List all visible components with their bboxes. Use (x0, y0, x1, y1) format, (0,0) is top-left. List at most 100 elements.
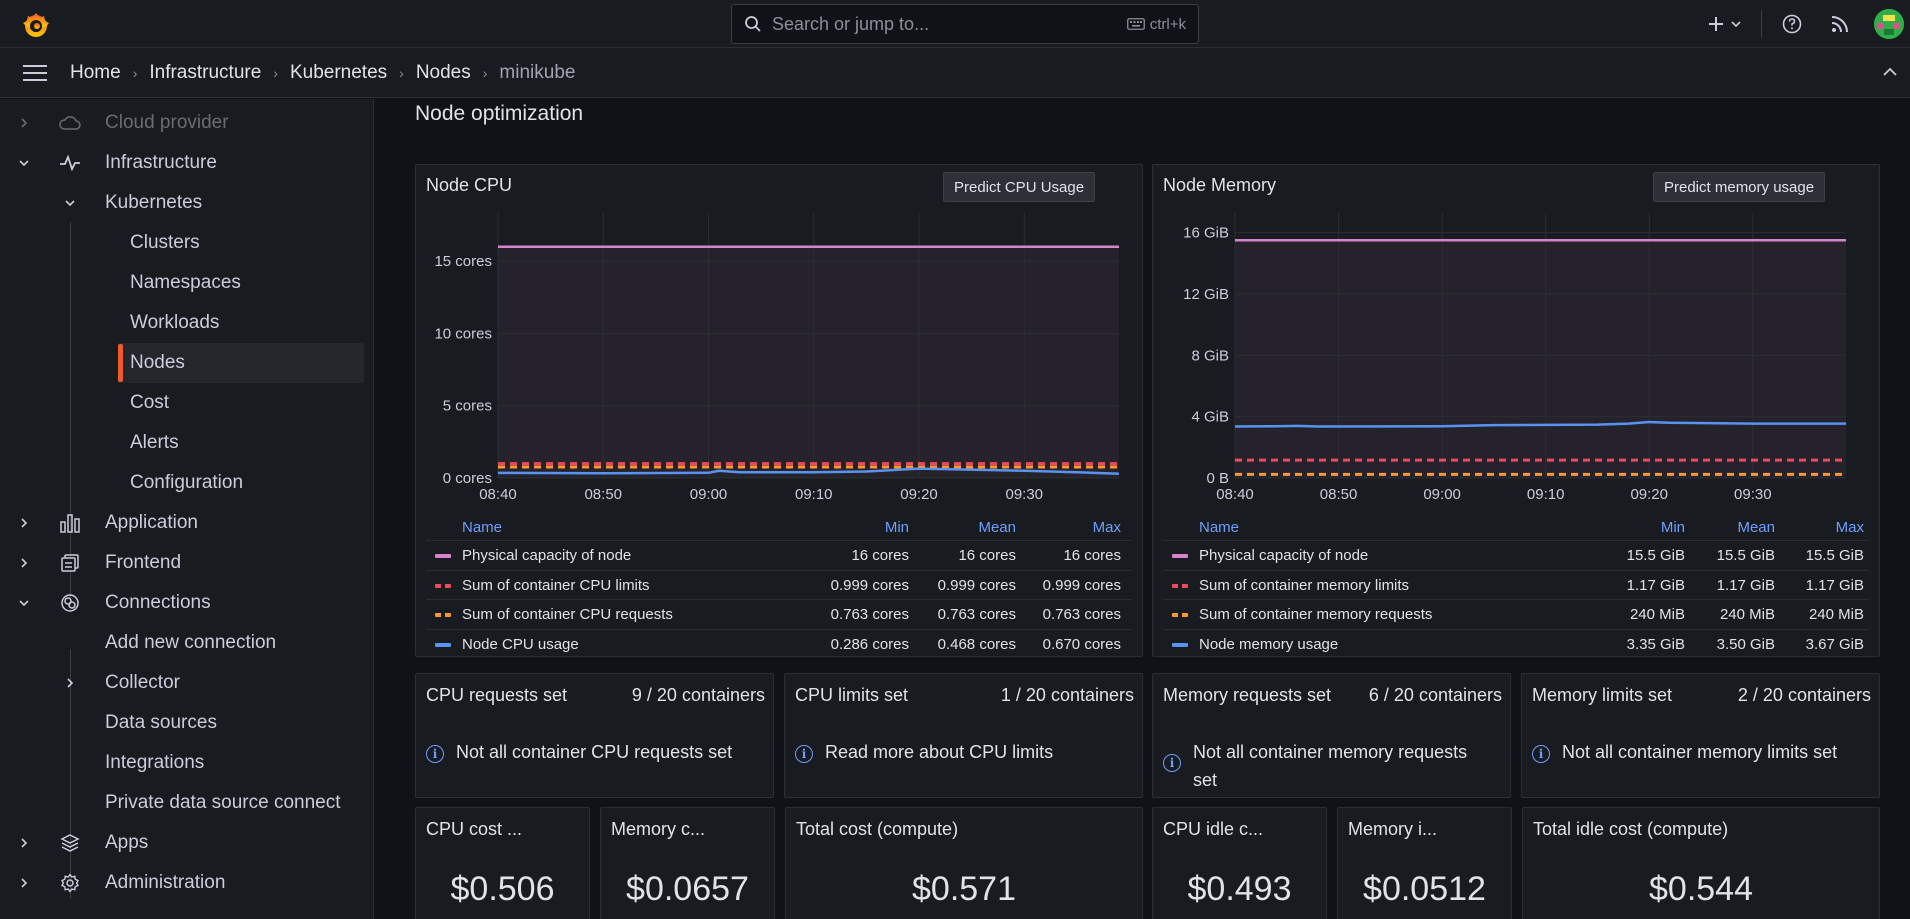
sidebar-item-namespaces[interactable]: Namespaces (0, 263, 373, 303)
legend-mean-value: 3.50 GiB (1716, 635, 1775, 653)
legend-row[interactable]: Sum of container memory requests 240 MiB 2… (1163, 599, 1869, 628)
sidebar-item-application[interactable]: Application (0, 503, 373, 543)
breadcrumb-infrastructure[interactable]: Infrastructure (149, 62, 261, 84)
legend-header-name[interactable]: Name (1199, 519, 1239, 536)
memory-idle-cost-panel: Memory i... $0.0512 (1337, 807, 1512, 919)
x-tick-label: 08:40 (479, 486, 517, 503)
legend-swatch (1172, 642, 1188, 647)
keyboard-icon (1126, 18, 1145, 30)
legend-min-value: 16 cores (851, 547, 909, 564)
bar-chart-icon (59, 512, 81, 534)
sidebar-item-apps[interactable]: Apps (0, 823, 373, 863)
sidebar-item-label: Alerts (130, 432, 179, 453)
sidebar-item-kubernetes[interactable]: Kubernetes (0, 183, 373, 223)
legend-min-value: 3.35 GiB (1626, 635, 1685, 653)
search-input[interactable]: Search or jump to... ctrl+k (731, 4, 1199, 44)
legend-header-min[interactable]: Min (885, 519, 909, 536)
sidebar-item-collector[interactable]: Collector (0, 663, 373, 703)
legend-row[interactable]: Node CPU usage 0.286 cores 0.468 cores 0.67… (426, 628, 1132, 658)
legend-header-name[interactable]: Name (462, 519, 502, 536)
x-tick-label: 09:00 (1423, 486, 1461, 503)
chevron-right-icon (62, 677, 78, 689)
cost-title: Total cost (compute) (796, 819, 959, 839)
legend-mean-value: 1.17 GiB (1716, 576, 1775, 594)
avatar[interactable] (1874, 9, 1904, 39)
legend-row[interactable]: Sum of container memory limits 1.17 GiB 1.… (1163, 569, 1869, 599)
stat-note[interactable]: i Not all container memory requests set (1163, 742, 1488, 794)
stat-title: CPU limits set (795, 685, 909, 705)
legend-header-mean[interactable]: Mean (978, 519, 1016, 536)
sidebar-item-nodes[interactable]: Nodes (118, 343, 364, 383)
help-button[interactable] (1776, 8, 1808, 40)
legend-swatch (1172, 554, 1188, 558)
cost-title: CPU idle c... (1163, 819, 1264, 839)
sidebar-item-workloads[interactable]: Workloads (0, 303, 373, 343)
breadcrumb-kubernetes[interactable]: Kubernetes (290, 62, 387, 84)
legend-row[interactable]: Node memory usage 3.35 GiB 3.50 GiB 3.67 Gi… (1163, 628, 1869, 658)
topbar-actions (1703, 0, 1910, 48)
total-cost-panel: Total cost (compute) $0.571 (785, 807, 1143, 919)
news-button[interactable] (1824, 8, 1856, 40)
sidebar-item-clusters[interactable]: Clusters (0, 223, 373, 263)
y-tick-label: 16 GiB (1183, 225, 1229, 242)
legend-min-value: 240 MiB (1629, 606, 1685, 623)
legend-min-value: 0.763 cores (830, 606, 909, 623)
sidebar-item-private-data-source-connect[interactable]: Private data source connect (0, 783, 373, 823)
sidebar-item-label: Frontend (105, 552, 182, 573)
frontend-icon (59, 552, 81, 574)
search-icon (745, 16, 761, 32)
node-cpu-panel: Node CPU Predict CPU Usage 0 cores 5 core… (415, 164, 1143, 657)
collapse-header-button[interactable] (1882, 62, 1898, 82)
sidebar-item-frontend[interactable]: Frontend (0, 543, 373, 583)
sidebar-item-configuration[interactable]: Configuration (0, 463, 373, 503)
cost-value: $0.493 (1187, 870, 1292, 908)
new-button[interactable] (1703, 8, 1747, 40)
sidebar-item-label: Nodes (130, 352, 185, 373)
legend-header-mean[interactable]: Mean (1737, 519, 1775, 536)
stat-title: Memory limits set (1532, 685, 1673, 705)
sidebar-item-administration[interactable]: Administration (0, 863, 373, 903)
breadcrumb-home[interactable]: Home (70, 62, 121, 84)
legend-mean-value: 0.468 cores (937, 635, 1016, 653)
sidebar-item-cost[interactable]: Cost (0, 383, 373, 423)
stat-note[interactable]: i Read more about CPU limits (795, 742, 1053, 763)
help-icon (1782, 14, 1802, 34)
legend-row[interactable]: Sum of container CPU limits 0.999 cores 0.… (426, 569, 1132, 599)
sidebar-item-integrations[interactable]: Integrations (0, 743, 373, 783)
legend-header-max[interactable]: Max (1836, 519, 1864, 536)
cloud-icon (59, 112, 81, 134)
sidebar-item-label: Kubernetes (105, 192, 203, 213)
info-icon: i (1532, 745, 1550, 763)
legend-mean-value: 15.5 GiB (1716, 547, 1775, 564)
x-tick-label: 09:10 (795, 486, 833, 503)
legend-header-max[interactable]: Max (1093, 519, 1121, 536)
sidebar-item-alerts[interactable]: Alerts (0, 423, 373, 463)
sidebar-item-cloud-provider[interactable]: Cloud provider (0, 103, 373, 143)
x-tick-label: 08:50 (1320, 486, 1358, 503)
y-tick-label: 15 cores (434, 253, 492, 270)
menu-toggle-button[interactable] (0, 64, 70, 82)
x-tick-label: 08:50 (584, 486, 622, 503)
legend-header-min[interactable]: Min (1661, 519, 1685, 536)
stat-note[interactable]: i Not all container CPU requests set (426, 742, 732, 763)
sidebar-item-add-new-connection[interactable]: Add new connection (0, 623, 373, 663)
y-tick-label: 4 GiB (1191, 409, 1229, 426)
sidebar-item-label: Namespaces (130, 272, 241, 293)
stat-note[interactable]: i Not all container memory limits set (1532, 742, 1837, 763)
legend-max-value: 0.670 cores (1042, 635, 1121, 653)
legend-row[interactable]: Physical capacity of node 15.5 GiB 15.5 Gi… (1163, 540, 1869, 569)
shortcut-text: ctrl+k (1149, 15, 1186, 33)
grafana-logo-icon[interactable] (20, 9, 52, 41)
legend-series-name: Sum of container CPU requests (462, 606, 673, 623)
legend-row[interactable]: Sum of container CPU requests 0.763 cores… (426, 599, 1132, 628)
sidebar-item-connections[interactable]: Connections (0, 583, 373, 623)
legend-max-value: 1.17 GiB (1805, 576, 1864, 594)
cost-title: CPU cost ... (426, 819, 523, 839)
legend-min-value: 0.999 cores (830, 576, 909, 594)
sidebar-item-data-sources[interactable]: Data sources (0, 703, 373, 743)
hamburger-menu-icon (23, 64, 47, 81)
sidebar-item-infrastructure[interactable]: Infrastructure (0, 143, 373, 183)
breadcrumb-nodes[interactable]: Nodes (416, 62, 471, 84)
node-memory-panel: Node Memory Predict memory usage 0 B4 Gi… (1152, 164, 1880, 657)
legend-row[interactable]: Physical capacity of node 16 cores 16 core… (426, 540, 1132, 569)
